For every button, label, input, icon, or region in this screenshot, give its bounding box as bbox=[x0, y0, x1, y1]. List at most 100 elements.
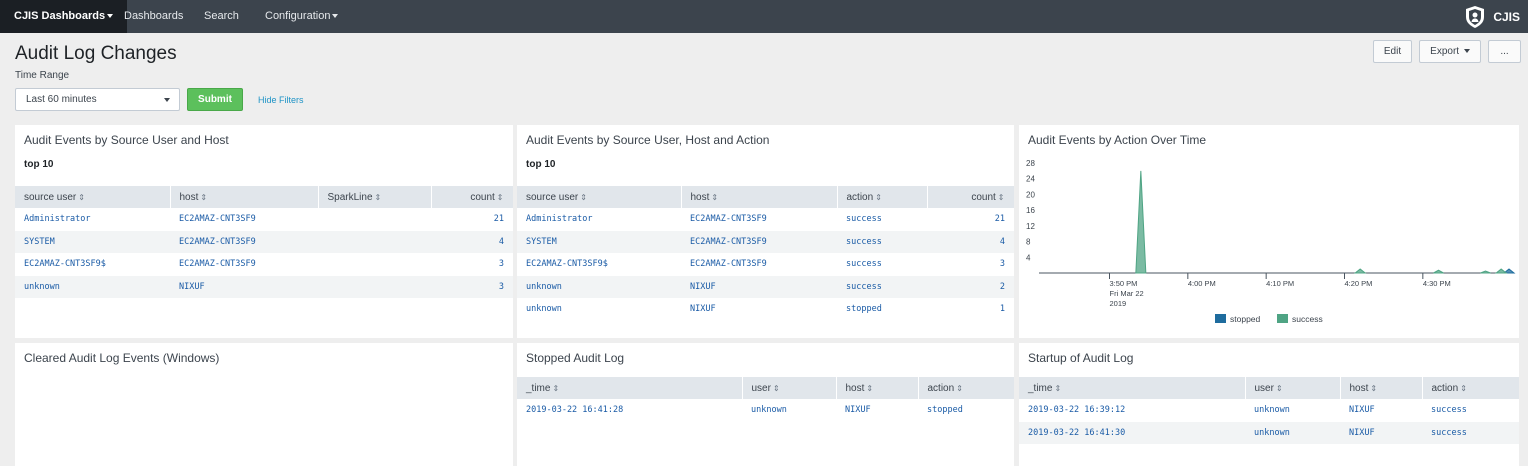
cell-source-user[interactable]: EC2AMAZ-CNT3SF9$ bbox=[15, 253, 170, 276]
cell-user[interactable]: unknown bbox=[1245, 399, 1340, 422]
table-row: unknown NIXUF stopped 1 bbox=[517, 298, 1014, 321]
column-header-source-user[interactable]: source user ⇕ bbox=[15, 186, 171, 208]
nav-configuration[interactable]: Configuration bbox=[265, 0, 339, 33]
cell-host[interactable]: NIXUF bbox=[1340, 399, 1422, 422]
cell-host[interactable]: NIXUF bbox=[170, 275, 318, 298]
column-header-user[interactable]: user ⇕ bbox=[742, 377, 837, 399]
cell-source-user[interactable]: unknown bbox=[517, 298, 681, 321]
cell-source-user[interactable]: SYSTEM bbox=[517, 230, 681, 253]
cell-time[interactable]: 2019-03-22 16:39:12 bbox=[1019, 399, 1245, 422]
cell-action[interactable]: success bbox=[837, 275, 927, 298]
column-header-host[interactable]: host ⇕ bbox=[1340, 377, 1423, 399]
cell-host[interactable]: NIXUF bbox=[681, 298, 837, 321]
y-tick-label: 8 bbox=[1026, 238, 1031, 247]
cell-action[interactable]: success bbox=[837, 253, 927, 276]
cell-user[interactable]: unknown bbox=[742, 399, 836, 422]
column-header-time[interactable]: _time ⇕ bbox=[517, 377, 743, 399]
cell-count[interactable]: 3 bbox=[431, 275, 513, 298]
cell-source-user[interactable]: Administrator bbox=[15, 208, 170, 231]
cell-count[interactable]: 3 bbox=[431, 253, 513, 276]
nav-dashboards[interactable]: Dashboards bbox=[124, 0, 183, 33]
cell-host[interactable]: EC2AMAZ-CNT3SF9 bbox=[681, 253, 837, 276]
time-range-select[interactable]: Last 60 minutes bbox=[15, 88, 180, 111]
chevron-down-icon bbox=[107, 14, 114, 19]
x-tick-label: 4:30 PM bbox=[1423, 279, 1451, 288]
column-header-action[interactable]: action ⇕ bbox=[918, 377, 1014, 399]
cell-action[interactable]: success bbox=[1422, 399, 1519, 422]
cell-user[interactable]: unknown bbox=[1245, 421, 1340, 444]
cell-action[interactable]: success bbox=[1422, 421, 1519, 444]
column-header-host[interactable]: host ⇕ bbox=[836, 377, 919, 399]
cell-action[interactable]: success bbox=[837, 208, 927, 231]
cell-count[interactable]: 4 bbox=[431, 230, 513, 253]
x-tick-sublabel: 2019 bbox=[1110, 299, 1127, 308]
column-header-source-user[interactable]: source user ⇕ bbox=[517, 186, 682, 208]
cell-action[interactable]: stopped bbox=[837, 298, 927, 321]
column-header-action[interactable]: action ⇕ bbox=[837, 186, 928, 208]
more-button[interactable]: ... bbox=[1488, 40, 1521, 63]
table-row: 2019-03-22 16:41:30 unknown NIXUF success bbox=[1019, 421, 1519, 444]
series-point-success bbox=[1353, 268, 1367, 274]
panel-startup-audit-log: Startup of Audit Log _time ⇕ user ⇕ host ⇕ … bbox=[1019, 343, 1519, 466]
column-header-time[interactable]: _time ⇕ bbox=[1019, 377, 1246, 399]
cell-source-user[interactable]: Administrator bbox=[517, 208, 681, 231]
cell-time[interactable]: 2019-03-22 16:41:28 bbox=[517, 399, 742, 422]
column-header-count[interactable]: count ⇕ bbox=[927, 186, 1014, 208]
results-table: _time ⇕ user ⇕ host ⇕ action ⇕ 2019-03-22 16… bbox=[517, 377, 1014, 422]
column-header-user[interactable]: user ⇕ bbox=[1245, 377, 1341, 399]
hide-filters-link[interactable]: Hide Filters bbox=[258, 95, 304, 105]
cell-host[interactable]: EC2AMAZ-CNT3SF9 bbox=[681, 208, 837, 231]
cell-host[interactable]: EC2AMAZ-CNT3SF9 bbox=[170, 208, 318, 231]
cell-source-user[interactable]: unknown bbox=[517, 275, 681, 298]
nav-search[interactable]: Search bbox=[204, 0, 239, 33]
x-tick-label: 4:00 PM bbox=[1188, 279, 1216, 288]
table-row: 2019-03-22 16:41:28 unknown NIXUF stopped bbox=[517, 399, 1014, 422]
cell-host[interactable]: NIXUF bbox=[836, 399, 918, 422]
y-tick-label: 4 bbox=[1026, 253, 1031, 262]
series-point-success bbox=[1480, 270, 1491, 274]
cell-source-user[interactable]: SYSTEM bbox=[15, 230, 170, 253]
sort-icon: ⇕ bbox=[580, 192, 587, 202]
cell-count[interactable]: 3 bbox=[927, 253, 1014, 276]
cell-count[interactable]: 21 bbox=[431, 208, 513, 231]
cell-count[interactable]: 1 bbox=[927, 298, 1014, 321]
column-header-host[interactable]: host ⇕ bbox=[170, 186, 319, 208]
cell-count[interactable]: 4 bbox=[927, 230, 1014, 253]
column-header-sparkline[interactable]: SparkLine ⇕ bbox=[318, 186, 432, 208]
edit-button[interactable]: Edit bbox=[1373, 40, 1412, 63]
panel-subtitle: top 10 bbox=[24, 159, 54, 170]
cell-count[interactable]: 2 bbox=[927, 275, 1014, 298]
cell-action[interactable]: stopped bbox=[918, 399, 1014, 422]
cell-source-user[interactable]: EC2AMAZ-CNT3SF9$ bbox=[517, 253, 681, 276]
cell-host[interactable]: EC2AMAZ-CNT3SF9 bbox=[681, 230, 837, 253]
cell-host[interactable]: NIXUF bbox=[681, 275, 837, 298]
cell-host[interactable]: NIXUF bbox=[1340, 421, 1422, 444]
series-point-success bbox=[1135, 170, 1147, 274]
export-button[interactable]: Export bbox=[1419, 40, 1481, 63]
column-header-action[interactable]: action ⇕ bbox=[1422, 377, 1519, 399]
app-menu[interactable]: CJIS Dashboards bbox=[0, 0, 128, 33]
sort-icon: ⇕ bbox=[200, 192, 208, 202]
results-table: source user ⇕ host ⇕ action ⇕ count ⇕ Admini… bbox=[517, 186, 1014, 321]
submit-button[interactable]: Submit bbox=[187, 88, 243, 111]
panel-cleared-audit-log: Cleared Audit Log Events (Windows) bbox=[15, 343, 513, 466]
cell-count[interactable]: 21 bbox=[927, 208, 1014, 231]
brand: CJIS bbox=[1464, 4, 1520, 29]
table-row: EC2AMAZ-CNT3SF9$ EC2AMAZ-CNT3SF9 success 3 bbox=[517, 253, 1014, 276]
cell-action[interactable]: success bbox=[837, 230, 927, 253]
cell-source-user[interactable]: unknown bbox=[15, 275, 170, 298]
table-row: SYSTEM EC2AMAZ-CNT3SF9 4 bbox=[15, 230, 513, 253]
legend-swatch-success bbox=[1277, 314, 1288, 323]
panel-title: Cleared Audit Log Events (Windows) bbox=[24, 351, 220, 365]
cell-host[interactable]: EC2AMAZ-CNT3SF9 bbox=[170, 230, 318, 253]
cell-host[interactable]: EC2AMAZ-CNT3SF9 bbox=[170, 253, 318, 276]
panel-events-over-time: Audit Events by Action Over Time 4 8 12 16 2… bbox=[1019, 125, 1519, 338]
column-header-host[interactable]: host ⇕ bbox=[681, 186, 838, 208]
y-tick-label: 12 bbox=[1026, 222, 1035, 231]
app-menu-label: CJIS Dashboards bbox=[14, 10, 106, 22]
cell-time[interactable]: 2019-03-22 16:41:30 bbox=[1019, 421, 1245, 444]
x-tick-label: 3:50 PM bbox=[1110, 279, 1138, 288]
legend-label-stopped: stopped bbox=[1230, 314, 1261, 324]
legend-label-success: success bbox=[1292, 314, 1323, 324]
column-header-count[interactable]: count ⇕ bbox=[431, 186, 513, 208]
